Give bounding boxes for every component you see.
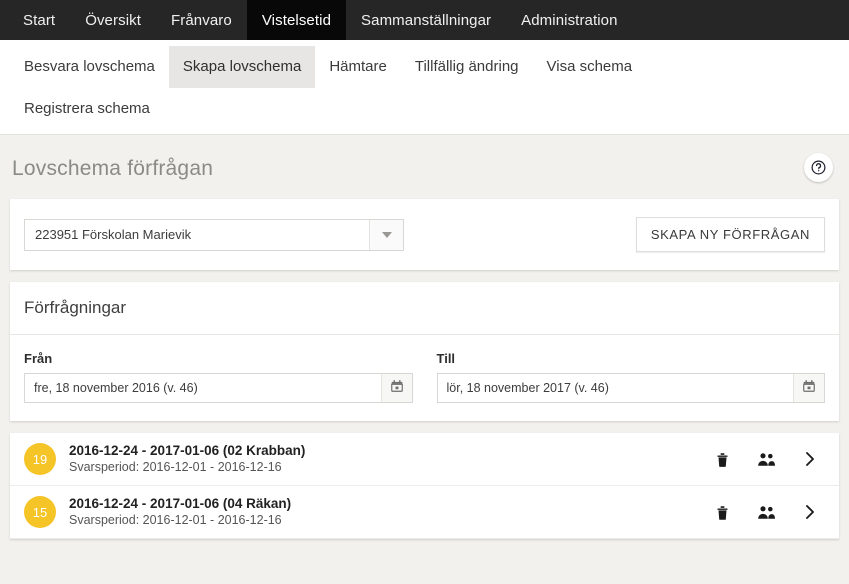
secondary-navigation: Besvara lovschema Skapa lovschema Hämtar… <box>0 40 849 135</box>
to-date-picker-button[interactable] <box>793 374 824 402</box>
unit-select[interactable]: 223951 Förskolan Marievik <box>24 218 404 251</box>
subnav-item-skapa-lovschema[interactable]: Skapa lovschema <box>168 46 316 88</box>
to-date-input[interactable] <box>437 374 793 402</box>
requests-section-title: Förfrågningar <box>10 282 839 335</box>
chevron-right-icon <box>803 503 817 521</box>
from-date-field: Från <box>24 351 413 403</box>
open-request-button[interactable] <box>799 501 821 523</box>
subnav-item-besvara-lovschema[interactable]: Besvara lovschema <box>10 46 169 88</box>
question-circle-icon <box>810 159 827 176</box>
requests-filter-card: Förfrågningar Från fre, 18 november 2016… <box>10 282 839 421</box>
open-request-button[interactable] <box>799 448 821 470</box>
table-row[interactable]: 19 2016-12-24 - 2017-01-06 (02 Krabban) … <box>10 433 839 486</box>
people-icon <box>757 452 776 467</box>
request-response-period: Svarsperiod: 2016-12-01 - 2016-12-16 <box>69 513 282 527</box>
response-count-badge: 15 <box>24 496 56 528</box>
calendar-icon <box>802 379 816 398</box>
row-actions <box>711 448 825 470</box>
subnav-item-registrera-schema[interactable]: Registrera schema <box>10 88 164 130</box>
subnav-item-tillfallig-andring[interactable]: Tillfällig ändring <box>401 46 533 88</box>
from-date-label: Från <box>24 351 53 366</box>
primary-navigation: Start Översikt Frånvaro Vistelsetid Samm… <box>0 0 849 40</box>
request-title: 2016-12-24 - 2017-01-06 (04 Räkan) <box>69 496 292 511</box>
page-title: Lovschema förfrågan <box>12 157 214 180</box>
view-participants-button[interactable] <box>755 501 777 523</box>
help-button[interactable] <box>804 153 833 182</box>
trash-icon <box>715 451 730 468</box>
table-row[interactable]: 15 2016-12-24 - 2017-01-06 (04 Räkan) Sv… <box>10 486 839 539</box>
topnav-item-vistelsetid[interactable]: Vistelsetid <box>246 0 347 40</box>
unit-select-value: 223951 Förskolan Marievik <box>35 227 192 242</box>
people-icon <box>757 505 776 520</box>
topnav-item-administration[interactable]: Administration <box>506 0 632 40</box>
topnav-item-sammanstallningar[interactable]: Sammanställningar <box>346 0 506 40</box>
delete-request-button[interactable] <box>711 501 733 523</box>
topnav-item-franvaro[interactable]: Frånvaro <box>156 0 247 40</box>
chevron-down-icon <box>381 231 392 238</box>
page-content: Lovschema förfrågan 223951 Förskolan Mar… <box>0 135 849 539</box>
subnav-item-hamtare[interactable]: Hämtare <box>315 46 401 88</box>
to-date-field: Till <box>436 351 825 403</box>
requests-list-card: 19 2016-12-24 - 2017-01-06 (02 Krabban) … <box>10 433 839 539</box>
topnav-item-start[interactable]: Start <box>8 0 70 40</box>
view-participants-button[interactable] <box>755 448 777 470</box>
page-header: Lovschema förfrågan <box>0 135 849 199</box>
response-count-badge: 19 <box>24 443 56 475</box>
request-title: 2016-12-24 - 2017-01-06 (02 Krabban) <box>69 443 306 458</box>
row-actions <box>711 501 825 523</box>
from-date-picker-button[interactable] <box>380 374 412 402</box>
unit-selector-card: 223951 Förskolan Marievik SKAPA NY FÖRFR… <box>10 199 839 270</box>
chevron-right-icon <box>803 450 817 468</box>
delete-request-button[interactable] <box>711 448 733 470</box>
subnav-item-visa-schema[interactable]: Visa schema <box>533 46 647 88</box>
from-date-input[interactable] <box>25 374 381 402</box>
topnav-item-oversikt[interactable]: Översikt <box>70 0 156 40</box>
request-response-period: Svarsperiod: 2016-12-01 - 2016-12-16 <box>69 460 282 474</box>
to-date-label: Till <box>436 351 456 366</box>
trash-icon <box>715 504 730 521</box>
calendar-icon <box>390 379 404 398</box>
create-request-button[interactable]: SKAPA NY FÖRFRÅGAN <box>635 217 825 252</box>
unit-select-arrow[interactable] <box>369 219 403 250</box>
